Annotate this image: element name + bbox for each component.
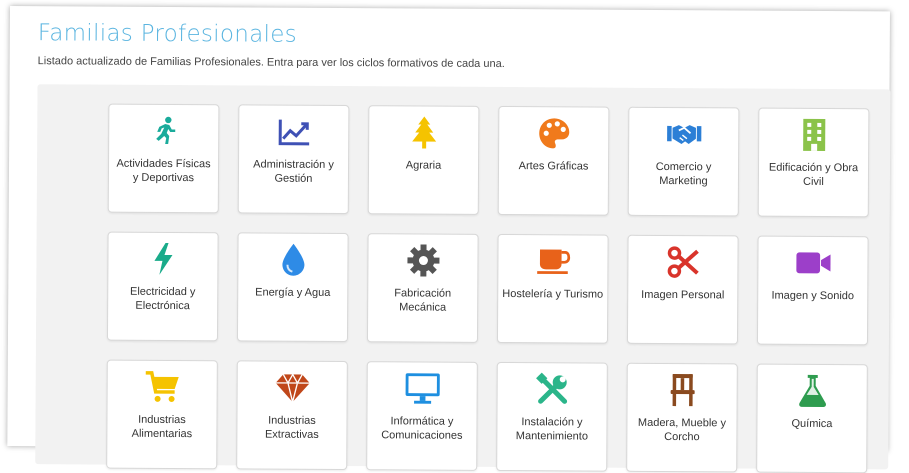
family-label: Fabricación Mecánica <box>394 287 452 314</box>
family-label: Informática y Comunicaciones <box>381 415 463 442</box>
family-card[interactable]: Fabricación Mecánica <box>366 233 479 343</box>
lightning-bolt-icon <box>145 241 181 277</box>
running-person-icon <box>146 113 182 149</box>
family-label: Comercio y Marketing <box>655 160 712 188</box>
family-label: Imagen Personal <box>641 288 725 302</box>
monitor-icon <box>404 370 440 406</box>
family-label: Imagen y Sonido <box>771 289 855 303</box>
family-label: Electricidad y Electrónica <box>130 285 196 313</box>
line-chart-icon <box>276 114 312 150</box>
coffee-cup-icon <box>535 243 571 279</box>
family-label: Energía y Agua <box>255 286 331 299</box>
family-label: Agraria <box>405 159 442 172</box>
family-label: Actividades Físicas y Deportivas <box>116 157 211 185</box>
family-card[interactable]: Agraria <box>367 105 480 215</box>
family-label: Instalación y Mantenimiento <box>515 416 588 443</box>
family-label: Química <box>791 417 833 431</box>
family-card[interactable]: Industrias Extractivas <box>236 360 348 471</box>
families-panel: Actividades Físicas y Deportivas Administ… <box>35 84 891 473</box>
page-container: Familias Profesionales Listado actualiza… <box>7 6 891 473</box>
flask-icon <box>794 373 830 409</box>
family-card[interactable]: Administración y Gestión <box>237 104 350 215</box>
diamond-icon <box>274 370 310 406</box>
family-card[interactable]: Madera, Mueble y Corcho <box>626 362 738 473</box>
palette-icon <box>536 115 572 151</box>
families-grid: Actividades Físicas y Deportivas Administ… <box>106 103 870 473</box>
handshake-icon <box>666 116 702 152</box>
page-subtitle: Listado actualizado de Familias Profesio… <box>37 55 505 71</box>
tools-icon <box>534 371 570 407</box>
family-card[interactable]: Electricidad y Electrónica <box>106 231 219 342</box>
family-card[interactable]: Hostelería y Turismo <box>496 233 609 344</box>
family-card[interactable]: Energía y Agua <box>236 232 349 343</box>
family-card[interactable]: Industrias Alimentarias <box>106 359 218 470</box>
family-card[interactable]: Actividades Físicas y Deportivas <box>107 103 220 214</box>
water-drop-icon <box>275 242 311 278</box>
scissors-icon <box>665 244 701 280</box>
building-icon <box>796 117 832 153</box>
chair-icon <box>664 372 700 408</box>
family-card[interactable]: Artes Gráficas <box>497 105 610 216</box>
video-camera-icon <box>795 245 831 281</box>
family-card[interactable]: Imagen y Sonido <box>756 235 869 346</box>
family-card[interactable]: Informática y Comunicaciones <box>366 361 478 471</box>
family-label: Industrias Alimentarias <box>131 413 193 441</box>
family-card[interactable]: Química <box>756 363 868 473</box>
family-label: Edificación y Obra Civil <box>768 161 859 188</box>
family-label: Administración y Gestión <box>253 158 334 185</box>
family-label: Artes Gráficas <box>518 160 589 173</box>
family-label: Madera, Mueble y Corcho <box>637 416 727 444</box>
page-title: Familias Profesionales <box>37 20 298 48</box>
family-card[interactable]: Comercio y Marketing <box>627 106 740 217</box>
tree-icon <box>406 114 442 150</box>
gear-icon <box>405 242 441 278</box>
family-card[interactable]: Edificación y Obra Civil <box>757 107 870 218</box>
family-label: Industrias Extractivas <box>264 414 319 441</box>
family-card[interactable]: Instalación y Mantenimiento <box>496 361 608 472</box>
shopping-cart-icon <box>144 369 180 405</box>
family-label: Hostelería y Turismo <box>502 288 604 301</box>
family-card[interactable]: Imagen Personal <box>626 234 739 345</box>
